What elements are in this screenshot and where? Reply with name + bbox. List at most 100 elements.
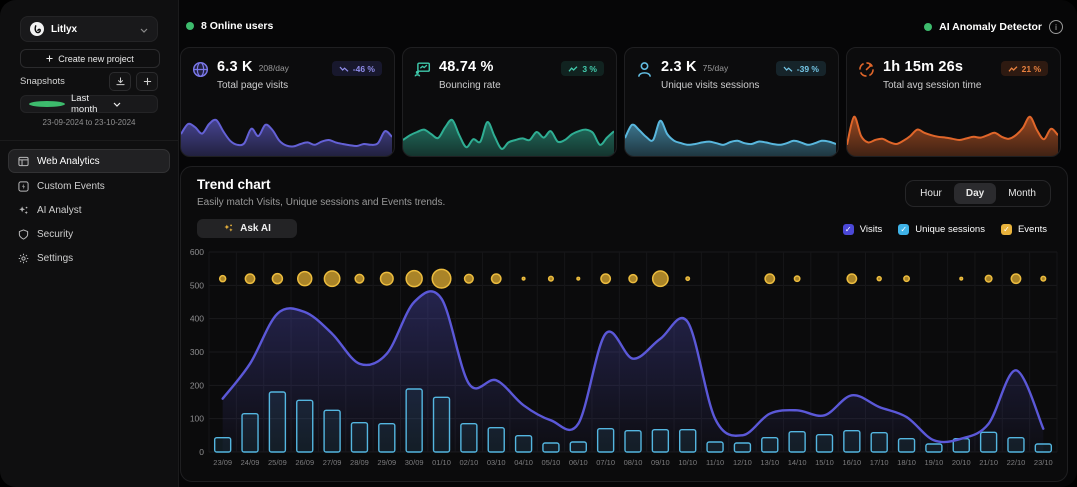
nav-label: Settings xyxy=(37,253,73,264)
sparkline-bouncing-rate xyxy=(403,106,614,156)
svg-text:29/09: 29/09 xyxy=(377,458,396,467)
range-button-month[interactable]: Month xyxy=(996,183,1048,204)
download-snapshot-button[interactable] xyxy=(109,72,131,91)
timer-icon xyxy=(858,61,875,83)
trend-chart-subtitle: Easily match Visits, Unique sessions and… xyxy=(197,197,445,208)
svg-text:01/10: 01/10 xyxy=(432,458,451,467)
svg-text:20/10: 20/10 xyxy=(952,458,971,467)
svg-text:30/09: 30/09 xyxy=(405,458,424,467)
stat-card-unique-sessions[interactable]: 2.3 K75/day Unique visits sessions -39 % xyxy=(624,47,839,157)
create-project-label: Create new project xyxy=(58,54,134,64)
project-name: Litlyx xyxy=(51,24,133,35)
browser-window-icon xyxy=(18,156,29,167)
svg-text:0: 0 xyxy=(199,447,204,457)
nav-label: Security xyxy=(37,229,73,240)
sidebar-item-security[interactable]: Security xyxy=(8,223,170,245)
plus-icon xyxy=(143,77,152,86)
trend-badge: 3 % xyxy=(561,61,604,76)
range-button-day[interactable]: Day xyxy=(954,183,996,204)
svg-text:18/10: 18/10 xyxy=(897,458,916,467)
legend-item-unique-sessions[interactable]: ✓ Unique sessions xyxy=(898,224,985,235)
svg-text:28/09: 28/09 xyxy=(350,458,369,467)
svg-text:19/10: 19/10 xyxy=(925,458,944,467)
stat-card-page-visits[interactable]: 6.3 K208/day Total page visits -46 % xyxy=(180,47,395,157)
snapshot-range-select[interactable]: Last month xyxy=(20,95,158,113)
sparkline-unique-sessions xyxy=(625,106,836,156)
trend-chart-panel: Trend chart Easily match Visits, Unique … xyxy=(180,166,1068,482)
svg-text:02/10: 02/10 xyxy=(459,458,478,467)
svg-text:200: 200 xyxy=(190,380,204,390)
legend-item-events[interactable]: ✓ Events xyxy=(1001,224,1047,235)
trend-arrow-icon xyxy=(1008,65,1018,73)
stat-value: 6.3 K xyxy=(217,59,253,75)
svg-text:600: 600 xyxy=(190,247,204,257)
ask-ai-button[interactable]: Ask AI xyxy=(197,219,297,238)
anomaly-status-dot xyxy=(924,23,932,31)
checkbox-events[interactable]: ✓ xyxy=(1001,224,1012,235)
nav-label: Custom Events xyxy=(37,181,105,192)
svg-text:300: 300 xyxy=(190,347,204,357)
snapshot-selected: Last month xyxy=(71,93,107,115)
svg-text:05/10: 05/10 xyxy=(542,458,561,467)
stat-card-session-time[interactable]: 1h 15m 26s Total avg session time 21 % xyxy=(846,47,1061,157)
svg-text:03/10: 03/10 xyxy=(487,458,506,467)
legend-item-visits[interactable]: ✓ Visits xyxy=(843,224,883,235)
trend-chart-plot[interactable]: 010020030040050060023/0924/0925/0926/092… xyxy=(185,245,1063,477)
svg-text:07/10: 07/10 xyxy=(596,458,615,467)
chevron-down-icon xyxy=(113,99,149,110)
svg-text:400: 400 xyxy=(190,314,204,324)
analytics-dashboard: Litlyx Create new project Snapshots Last… xyxy=(0,0,1077,487)
svg-text:09/10: 09/10 xyxy=(651,458,670,467)
svg-text:12/10: 12/10 xyxy=(733,458,752,467)
online-status-dot xyxy=(186,22,194,30)
sidebar-item-web-analytics[interactable]: Web Analytics xyxy=(8,149,170,173)
sidebar-item-settings[interactable]: Settings xyxy=(8,247,170,269)
online-users-label: 8 Online users xyxy=(201,20,273,32)
svg-text:15/10: 15/10 xyxy=(815,458,834,467)
trend-arrow-icon xyxy=(339,65,349,73)
sidebar-divider xyxy=(0,140,178,141)
checkbox-visits[interactable]: ✓ xyxy=(843,224,854,235)
svg-text:04/10: 04/10 xyxy=(514,458,533,467)
sparkline-session-time xyxy=(847,106,1058,156)
plus-icon xyxy=(46,54,53,64)
stat-value: 2.3 K xyxy=(661,59,697,75)
stat-per-day: 208/day xyxy=(259,63,289,73)
gear-icon xyxy=(18,253,29,264)
add-snapshot-button[interactable] xyxy=(136,72,158,91)
globe-icon xyxy=(192,61,209,83)
svg-text:14/10: 14/10 xyxy=(788,458,807,467)
bounce-board-icon xyxy=(414,61,431,83)
range-selector: Hour Day Month xyxy=(905,180,1051,207)
svg-text:10/10: 10/10 xyxy=(678,458,697,467)
snapshot-status-dot xyxy=(29,101,65,107)
project-selector[interactable]: Litlyx xyxy=(20,16,158,42)
svg-text:21/10: 21/10 xyxy=(979,458,998,467)
stat-label: Unique visits sessions xyxy=(661,80,759,91)
svg-text:25/09: 25/09 xyxy=(268,458,287,467)
svg-text:16/10: 16/10 xyxy=(842,458,861,467)
checkbox-unique-sessions[interactable]: ✓ xyxy=(898,224,909,235)
stat-value: 1h 15m 26s xyxy=(883,59,963,75)
info-icon[interactable]: i xyxy=(1049,20,1063,34)
sparkline-page-visits xyxy=(181,106,392,156)
sidebar-item-ai-analyst[interactable]: AI Analyst xyxy=(8,199,170,221)
range-button-hour[interactable]: Hour xyxy=(908,183,954,204)
sidebar-item-custom-events[interactable]: Custom Events xyxy=(8,175,170,197)
nav-label: AI Analyst xyxy=(37,205,81,216)
svg-text:13/10: 13/10 xyxy=(760,458,779,467)
shield-icon xyxy=(18,229,29,240)
trend-chart-title: Trend chart xyxy=(197,177,271,192)
chevron-down-icon xyxy=(140,20,148,38)
snapshots-header: Snapshots xyxy=(20,72,158,90)
stat-label: Bouncing rate xyxy=(439,80,501,91)
create-project-button[interactable]: Create new project xyxy=(20,49,160,68)
trend-badge: -39 % xyxy=(776,61,826,76)
trend-badge: -46 % xyxy=(332,61,382,76)
download-icon xyxy=(116,77,125,86)
sparkles-icon xyxy=(18,205,29,216)
ai-sparkle-icon xyxy=(223,223,234,234)
stat-card-bouncing-rate[interactable]: 48.74 % Bouncing rate 3 % xyxy=(402,47,617,157)
sidebar-nav: Web Analytics Custom Events AI Analyst S… xyxy=(8,149,170,271)
nav-label: Web Analytics xyxy=(37,156,100,167)
